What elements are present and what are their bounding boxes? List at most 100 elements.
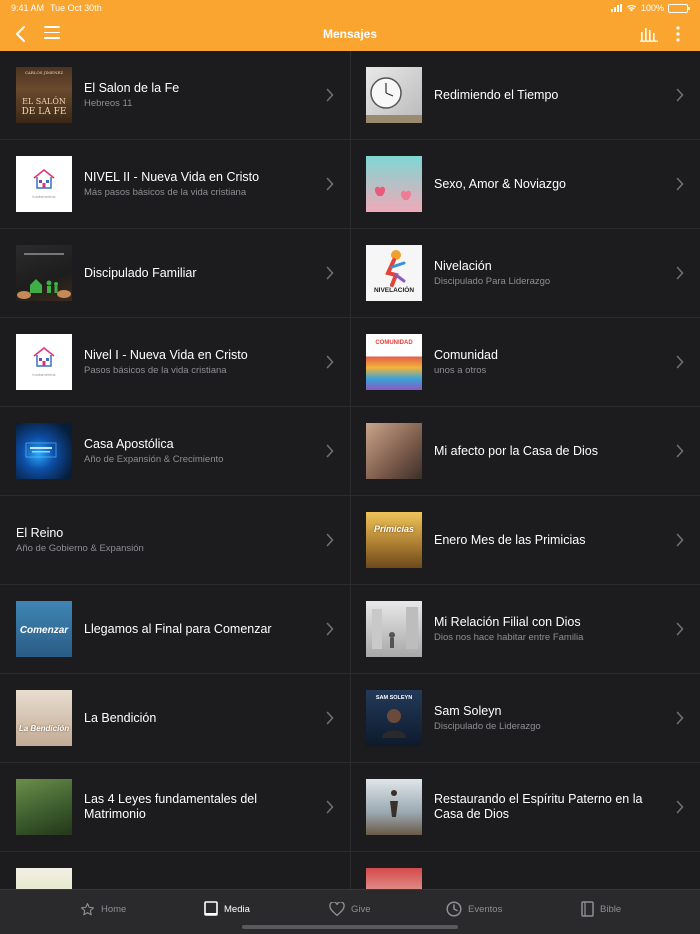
message-row-salon-de-la-fe[interactable]: CARLOS JIMENEZ EL SALÓN DE LA FE El Salo… xyxy=(0,51,350,140)
message-row-redimiendo-el-tiempo[interactable]: Redimiendo el Tiempo xyxy=(350,51,700,140)
message-row-partial[interactable] xyxy=(350,852,700,889)
message-thumbnail: Primicias xyxy=(366,512,422,568)
page-title: Mensajes xyxy=(322,27,378,41)
chevron-right-icon xyxy=(676,622,684,636)
message-title: NIVEL II - Nueva Vida en Cristo xyxy=(84,170,260,184)
message-row-partial[interactable] xyxy=(0,852,350,889)
message-thumbnail xyxy=(366,601,422,657)
chevron-right-icon xyxy=(326,355,334,369)
message-row-las-4-leyes[interactable]: Las 4 Leyes fundamentales del Matrimonio xyxy=(0,763,350,852)
home-indicator[interactable] xyxy=(242,925,458,929)
chevron-right-icon xyxy=(326,622,334,636)
message-row-el-reino[interactable]: El Reino Año de Gobierno & Expansión xyxy=(0,496,350,585)
tab-label: Home xyxy=(101,903,127,915)
chevron-right-icon xyxy=(326,88,334,102)
message-subtitle: Discipulado Para Liderazgo xyxy=(434,276,551,287)
message-row-sam-soleyn[interactable]: SAM SOLEYN Sam Soleyn Discipulado de Lide… xyxy=(350,674,700,763)
message-thumbnail xyxy=(366,67,422,123)
audio-bars-icon[interactable] xyxy=(640,26,658,42)
chevron-right-icon xyxy=(676,444,684,458)
message-thumbnail xyxy=(16,868,72,889)
message-row-la-bendicion[interactable]: La Bendición La Bendición xyxy=(0,674,350,763)
tab-eventos[interactable]: Eventos xyxy=(446,900,502,918)
tab-give[interactable]: Give xyxy=(329,900,371,918)
message-thumbnail xyxy=(366,423,422,479)
message-row-llegamos-al-final[interactable]: Comenzar Llegamos al Final para Comenzar xyxy=(0,585,350,674)
chevron-right-icon xyxy=(676,800,684,814)
battery-percent: 100% xyxy=(640,3,664,13)
message-title: Llegamos al Final para Comenzar xyxy=(84,621,272,636)
messages-grid: CARLOS JIMENEZ EL SALÓN DE LA FE El Salo… xyxy=(0,51,700,889)
chevron-right-icon xyxy=(326,266,334,280)
tab-media[interactable]: Media xyxy=(204,900,250,918)
status-indicators: 100% xyxy=(610,3,690,13)
message-row-discipulado-familiar[interactable]: Discipulado Familiar xyxy=(0,229,350,318)
status-time: 9:41 AM xyxy=(11,3,45,13)
message-row-sexo-amor-noviazgo[interactable]: Sexo, Amor & Noviazgo xyxy=(350,140,700,229)
message-thumbnail xyxy=(16,779,72,835)
message-thumbnail xyxy=(366,868,422,889)
chevron-right-icon xyxy=(326,711,334,725)
message-subtitle: Pasos básicos de la vida cristiana xyxy=(84,365,227,376)
clock-icon xyxy=(446,901,462,917)
message-row-enero-primicias[interactable]: Primicias Enero Mes de las Primicias xyxy=(350,496,700,585)
message-thumbnail: CARLOS JIMENEZ EL SALÓN DE LA FE xyxy=(16,67,72,123)
chevron-right-icon xyxy=(326,444,334,458)
message-thumbnail: SAM SOLEYN xyxy=(366,690,422,746)
message-thumbnail: La Bendición xyxy=(16,690,72,746)
message-row-comunidad[interactable]: COMUNIDAD Comunidad unos a otros xyxy=(350,318,700,407)
book-icon xyxy=(204,901,218,916)
message-row-relacion-filial[interactable]: Mi Relación Filial con Dios Dios nos hace… xyxy=(350,585,700,674)
status-date: Tue Oct 30th xyxy=(50,3,102,13)
message-subtitle: Hebreos 11 xyxy=(84,98,133,109)
message-title: Casa Apostólica xyxy=(84,437,174,451)
message-title: Comunidad xyxy=(434,348,498,362)
more-vertical-icon[interactable] xyxy=(670,24,686,44)
message-title: Nivel I - Nueva Vida en Cristo xyxy=(84,348,248,362)
message-subtitle: Discipulado de Liderazgo xyxy=(434,721,541,732)
message-row-restaurando-espiritu-paterno[interactable]: Restaurando el Espíritu Paterno en la Ca… xyxy=(350,763,700,852)
message-title: Sam Soleyn xyxy=(434,704,502,718)
tab-home[interactable]: Home xyxy=(80,900,126,918)
signal-icon xyxy=(610,4,622,12)
chevron-right-icon xyxy=(676,533,684,547)
battery-icon xyxy=(668,3,690,13)
message-thumbnail xyxy=(16,245,72,301)
tab-label: Eventos xyxy=(468,903,503,915)
bible-icon xyxy=(581,901,594,917)
message-title: Mi afecto por la Casa de Dios xyxy=(434,443,598,458)
heart-icon xyxy=(329,902,345,916)
chevron-right-icon xyxy=(326,800,334,814)
header: 9:41 AM Tue Oct 30th 100% Mensajes xyxy=(0,0,700,51)
message-title: Restaurando el Espíritu Paterno en la Ca… xyxy=(434,792,643,821)
message-subtitle: Año de Expansión & Crecimiento xyxy=(84,454,224,465)
chevron-right-icon xyxy=(676,266,684,280)
message-title: Las 4 Leyes fundamentales del Matrimonio xyxy=(84,792,258,821)
tab-label: Media xyxy=(224,903,250,915)
message-thumbnail: fundamentos xyxy=(16,156,72,212)
message-row-casa-apostolica[interactable]: Casa Apostólica Año de Expansión & Crecim… xyxy=(0,407,350,496)
message-thumbnail: Comenzar xyxy=(16,601,72,657)
message-title: Nivelación xyxy=(434,259,492,273)
message-row-nivel-i[interactable]: fundamentos Nivel I - Nueva Vida en Cris… xyxy=(0,318,350,407)
message-thumbnail: COMUNIDAD xyxy=(366,334,422,390)
message-row-nivel-ii[interactable]: fundamentos NIVEL II - Nueva Vida en Cri… xyxy=(0,140,350,229)
chevron-right-icon xyxy=(326,177,334,191)
tab-bible[interactable]: Bible xyxy=(581,900,621,918)
status-bar: 9:41 AM Tue Oct 30th 100% xyxy=(0,0,700,16)
chevron-right-icon xyxy=(676,355,684,369)
message-thumbnail xyxy=(16,423,72,479)
star-icon xyxy=(81,902,94,915)
nav-bar: Mensajes xyxy=(0,18,700,50)
chevron-right-icon xyxy=(676,177,684,191)
message-subtitle: Año de Gobierno & Expansión xyxy=(16,543,144,554)
message-title: Mi Relación Filial con Dios xyxy=(434,615,581,629)
message-title: La Bendición xyxy=(84,710,157,725)
message-title: Sexo, Amor & Noviazgo xyxy=(434,176,567,191)
message-title: Enero Mes de las Primicias xyxy=(434,532,586,547)
message-row-mi-afecto[interactable]: Mi afecto por la Casa de Dios xyxy=(350,407,700,496)
message-thumbnail xyxy=(366,156,422,212)
message-row-nivelacion[interactable]: NIVELACIÓN Nivelación Discipulado Para Li… xyxy=(350,229,700,318)
message-subtitle: Más pasos básicos de la vida cristiana xyxy=(84,187,247,198)
chevron-right-icon xyxy=(326,533,334,547)
